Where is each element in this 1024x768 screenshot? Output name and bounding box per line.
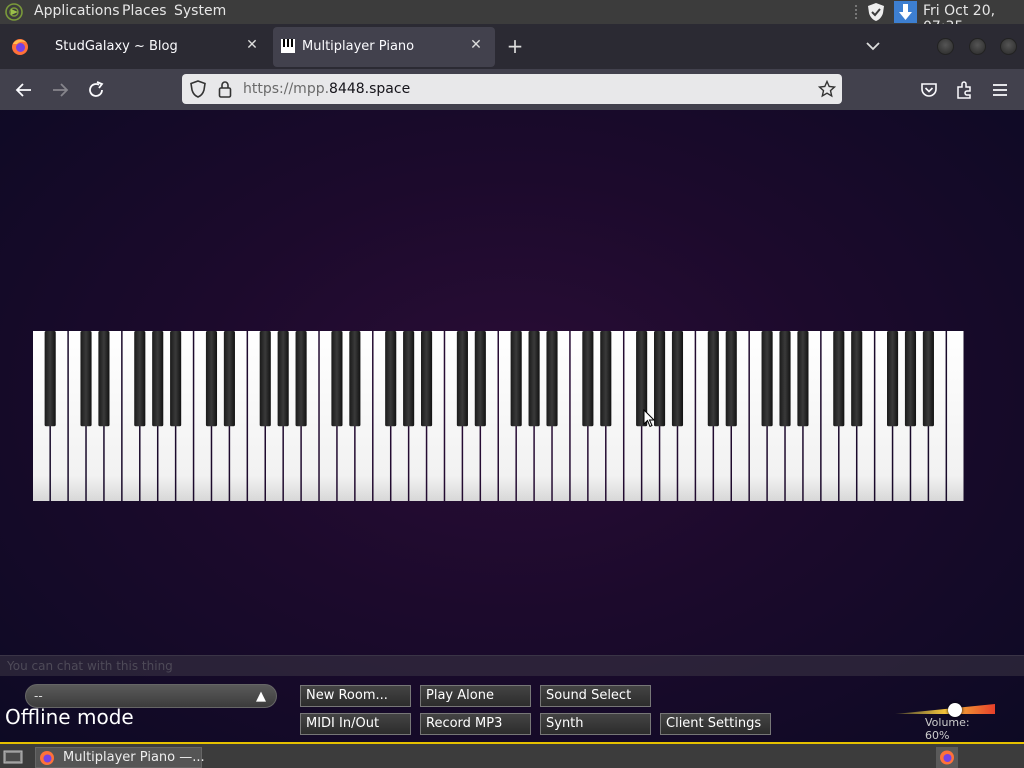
window-close-button[interactable] [1000,38,1017,55]
piano-black-key[interactable] [421,331,433,427]
pocket-icon[interactable] [918,79,940,101]
volume-label: Volume: 60% [925,716,970,742]
chat-input[interactable]: You can chat with this thing [0,655,1024,676]
security-shield-icon[interactable] [866,2,886,22]
piano-black-key[interactable] [833,331,845,427]
piano-black-key[interactable] [707,331,719,427]
panel-separator [855,5,859,19]
volume-knob[interactable] [948,703,962,717]
piano-white-key[interactable] [947,331,964,501]
taskbar-window-label: Multiplayer Piano —... [63,750,205,765]
window-minimize-button[interactable] [937,38,954,55]
chat-placeholder: You can chat with this thing [7,659,173,673]
tracking-protection-shield-icon[interactable] [190,80,206,98]
piano-black-key[interactable] [546,331,558,427]
piano-black-key[interactable] [80,331,92,427]
piano-black-key[interactable] [510,331,522,427]
url-text[interactable]: https://mpp.8448.space [243,81,410,97]
menu-system[interactable]: System [174,3,226,19]
room-select-value: -- [34,689,43,703]
piano-black-key[interactable] [223,331,235,427]
tab-title: StudGalaxy ~ Blog [55,39,178,54]
show-desktop-icon[interactable] [3,749,23,765]
piano-black-key[interactable] [98,331,110,427]
play-alone-button[interactable]: Play Alone [420,685,531,707]
piano-black-key[interactable] [385,331,397,427]
piano-black-key[interactable] [600,331,612,427]
tab-multiplayer-piano[interactable]: Multiplayer Piano ✕ [273,27,495,67]
window-maximize-button[interactable] [969,38,986,55]
system-top-panel: Applications Places System Fri Oct 20, 0… [0,0,1024,35]
piano-black-key[interactable] [851,331,863,427]
distro-logo-icon[interactable] [5,3,23,21]
firefox-view-icon[interactable] [11,38,29,56]
new-room-button[interactable]: New Room... [300,685,411,707]
tab-studgalaxy-blog[interactable]: StudGalaxy ~ Blog ✕ [43,27,271,67]
firefox-icon [40,751,54,765]
tab-title: Multiplayer Piano [302,39,415,54]
volume-slider[interactable]: Volume: 60% [895,701,995,742]
piano-black-key[interactable] [904,331,917,427]
piano-black-key[interactable] [295,331,307,427]
piano-black-key[interactable] [725,331,737,427]
piano-black-key[interactable] [671,331,684,427]
tab-close-icon[interactable]: ✕ [468,37,484,53]
piano-black-key[interactable] [887,331,899,427]
mouse-pointer-icon [643,409,655,428]
piano-black-key[interactable] [331,331,343,427]
midi-in-out-button[interactable]: MIDI In/Out [300,713,411,735]
piano-black-key[interactable] [528,331,540,427]
reload-icon[interactable] [85,79,107,101]
taskbar-window-button[interactable]: Multiplayer Piano —... [35,747,205,768]
piano-black-key[interactable] [205,331,218,427]
piano-black-key[interactable] [152,331,164,427]
hamburger-menu-icon[interactable] [989,79,1011,101]
record-mp3-button[interactable]: Record MP3 [420,713,531,735]
piano-black-key[interactable] [277,331,289,427]
status-offline-mode: Offline mode [5,705,134,729]
tab-close-icon[interactable]: ✕ [244,37,260,53]
menu-places[interactable]: Places [122,3,167,19]
bottom-taskbar: Multiplayer Piano —... [0,742,1024,768]
piano-black-key[interactable] [170,331,182,427]
piano-black-key[interactable] [922,331,934,427]
sound-select-button[interactable]: Sound Select [540,685,651,707]
new-tab-plus-icon[interactable]: + [505,36,525,56]
tray-firefox-icon[interactable] [936,747,958,768]
piano-black-key[interactable] [456,331,468,427]
url-bar[interactable]: https://mpp.8448.space [182,74,842,104]
bookmark-star-icon[interactable] [818,80,836,98]
browser-nav-bar: https://mpp.8448.space [0,69,1024,110]
piano-black-key[interactable] [403,331,415,427]
client-settings-button[interactable]: Client Settings [660,713,771,735]
piano-black-key[interactable] [259,331,271,427]
expand-up-arrow-icon[interactable]: ▲ [256,689,266,704]
piano-black-key[interactable] [134,331,146,427]
piano-black-key[interactable] [349,331,361,427]
menu-applications[interactable]: Applications [34,3,120,19]
piano-black-key[interactable] [761,331,773,427]
browser-tab-strip: StudGalaxy ~ Blog ✕ Multiplayer Piano ✕ … [0,24,1024,69]
piano-keyboard[interactable] [33,331,965,501]
piano-black-key[interactable] [779,331,791,427]
piano-black-key[interactable] [582,331,594,427]
list-all-tabs-chevron-down-icon[interactable] [864,37,882,55]
volume-ramp [895,704,995,714]
piano-black-key[interactable] [654,331,666,427]
extensions-puzzle-icon[interactable] [953,79,975,101]
piano-black-key[interactable] [797,331,809,427]
piano-black-key[interactable] [44,331,56,427]
back-arrow-icon[interactable] [13,79,35,101]
page-content: You can chat with this thing -- ▲ Offlin… [0,110,1024,742]
synth-button[interactable]: Synth [540,713,651,735]
update-download-icon[interactable] [894,1,917,23]
piano-favicon-icon [281,39,295,53]
forward-arrow-icon[interactable] [49,79,71,101]
secure-lock-icon[interactable] [218,80,232,98]
piano-black-key[interactable] [474,331,486,427]
